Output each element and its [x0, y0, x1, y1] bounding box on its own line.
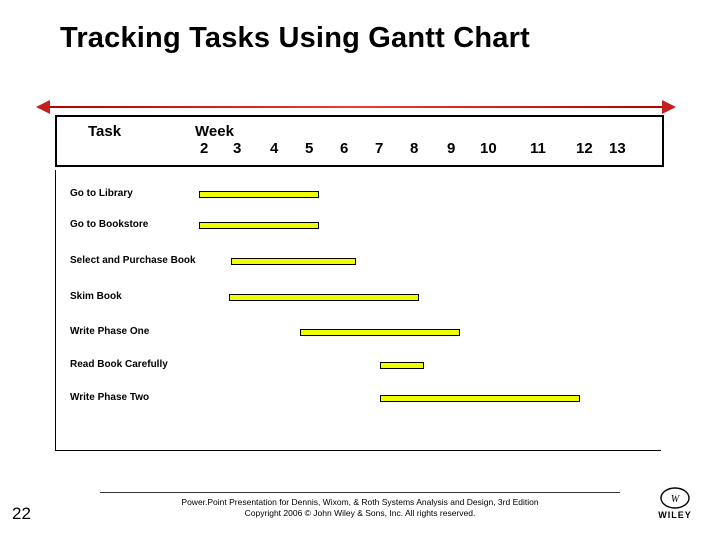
- gantt-chart-area: [55, 170, 661, 451]
- week-col-11: 11: [530, 140, 546, 157]
- gantt-bar-0: [199, 191, 319, 198]
- page-number: 22: [12, 504, 31, 524]
- publisher-logo-text: WILEY: [648, 510, 702, 520]
- week-col-7: 7: [375, 140, 383, 157]
- week-col-13: 13: [609, 140, 626, 157]
- week-col-12: 12: [576, 140, 593, 157]
- week-col-8: 8: [410, 140, 418, 157]
- task-label-6: Write Phase Two: [70, 392, 149, 403]
- task-label-2: Select and Purchase Book: [70, 255, 196, 266]
- task-label-0: Go to Library: [70, 188, 133, 199]
- footer-line-1: Power.Point Presentation for Dennis, Wix…: [100, 497, 620, 507]
- gantt-bar-5: [380, 362, 424, 369]
- gantt-bar-2: [231, 258, 356, 265]
- slide-title: Tracking Tasks Using Gantt Chart: [60, 22, 530, 55]
- task-label-5: Read Book Carefully: [70, 359, 168, 370]
- gantt-bar-3: [229, 294, 419, 301]
- wiley-mark-icon: W: [659, 486, 691, 510]
- arrow-left-icon: [36, 100, 50, 114]
- header-task-label: Task: [88, 123, 121, 140]
- week-col-9: 9: [447, 140, 455, 157]
- arrow-right-icon: [662, 100, 676, 114]
- task-label-3: Skim Book: [70, 291, 122, 302]
- gantt-bar-4: [300, 329, 460, 336]
- header-week-label: Week: [195, 123, 234, 140]
- slide: Tracking Tasks Using Gantt Chart Task We…: [0, 0, 720, 540]
- divider-arrow-line: [46, 106, 666, 108]
- week-col-10: 10: [480, 140, 497, 157]
- svg-text:W: W: [671, 494, 681, 505]
- week-col-5: 5: [305, 140, 313, 157]
- week-col-6: 6: [340, 140, 348, 157]
- footer-divider: [100, 492, 620, 493]
- week-col-3: 3: [233, 140, 241, 157]
- gantt-bar-1: [199, 222, 319, 229]
- task-label-4: Write Phase One: [70, 326, 149, 337]
- publisher-logo: W WILEY: [648, 486, 702, 522]
- week-col-2: 2: [200, 140, 208, 157]
- gantt-bar-6: [380, 395, 580, 402]
- gantt-header-box: [55, 115, 664, 167]
- week-col-4: 4: [270, 140, 278, 157]
- task-label-1: Go to Bookstore: [70, 219, 148, 230]
- footer-line-2: Copyright 2006 © John Wiley & Sons, Inc.…: [100, 508, 620, 518]
